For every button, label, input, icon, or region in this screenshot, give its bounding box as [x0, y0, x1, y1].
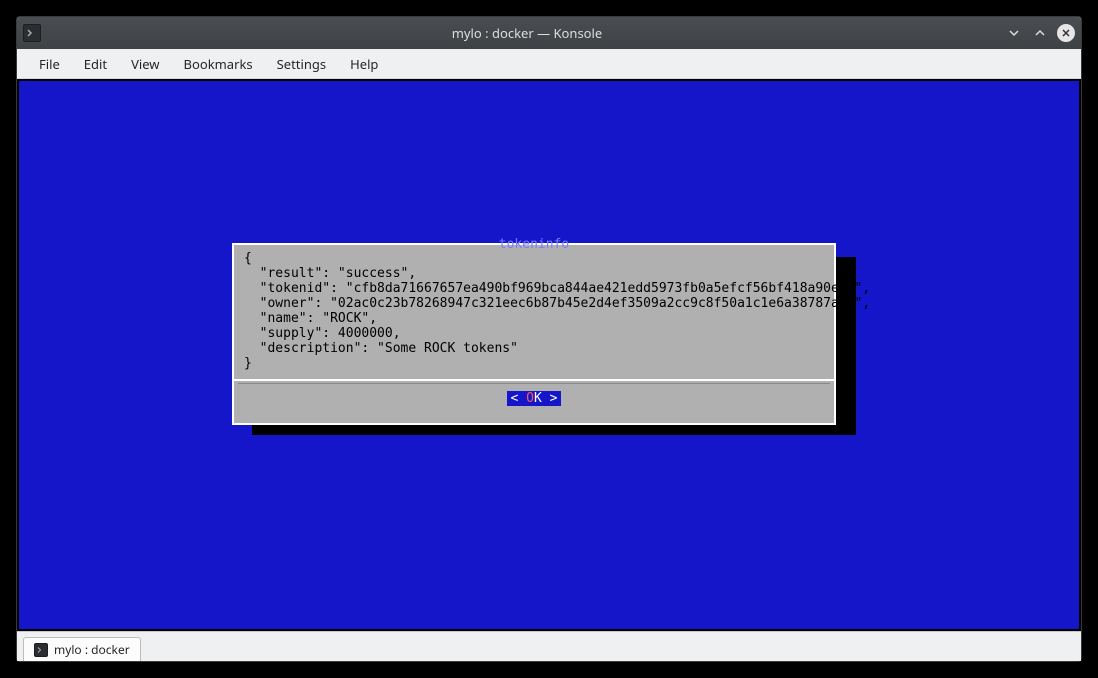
menu-edit[interactable]: Edit — [72, 51, 119, 77]
menu-file[interactable]: File — [27, 51, 72, 77]
terminal-viewport[interactable]: tokeninfo { "result": "success", "tokeni… — [17, 79, 1081, 631]
dialog-line: "name": "ROCK", — [244, 311, 377, 326]
terminal-app-icon — [23, 24, 41, 42]
minimize-button[interactable] — [1005, 24, 1023, 42]
dialog-line: "tokenid": "cfb8da71667657ea490bf969bca8… — [244, 281, 870, 296]
tokeninfo-dialog: tokeninfo { "result": "success", "tokeni… — [232, 243, 836, 425]
menu-help[interactable]: Help — [338, 51, 390, 77]
menubar: File Edit View Bookmarks Settings Help — [17, 49, 1081, 79]
tab-label: mylo : docker — [54, 641, 130, 658]
dialog-line: "supply": 4000000, — [244, 326, 401, 341]
ok-bracket-right: > — [542, 391, 558, 406]
ok-bracket-left: < — [511, 391, 527, 406]
dialog-line: "description": "Some ROCK tokens" — [244, 341, 518, 356]
ok-button[interactable]: < OK > — [507, 391, 562, 406]
titlebar[interactable]: mylo : docker — Konsole — [17, 17, 1081, 49]
dialog-line: } — [244, 356, 252, 371]
dialog-content: { "result": "success", "tokenid": "cfb8d… — [234, 245, 834, 381]
close-button[interactable] — [1057, 24, 1075, 42]
menu-bookmarks[interactable]: Bookmarks — [172, 51, 265, 77]
dialog-line: "owner": "02ac0c23b78268947c321eec6b87b4… — [244, 296, 870, 311]
maximize-button[interactable] — [1031, 24, 1049, 42]
menu-view[interactable]: View — [119, 51, 171, 77]
ok-hotkey: O — [526, 391, 534, 406]
konsole-window: mylo : docker — Konsole File Edit View B… — [16, 16, 1082, 662]
dialog-title: tokeninfo — [234, 237, 834, 252]
window-controls — [1005, 24, 1075, 42]
ok-rest: K — [534, 391, 542, 406]
dialog-line: "result": "success", — [244, 266, 416, 281]
menu-settings[interactable]: Settings — [265, 51, 338, 77]
window-title: mylo : docker — Konsole — [49, 24, 1005, 42]
terminal-tab-icon — [34, 643, 48, 657]
dialog-line: { — [244, 251, 252, 266]
dialog-button-row: < OK > — [238, 383, 830, 413]
tab-bar: mylo : docker — [17, 631, 1081, 661]
terminal-screen: tokeninfo { "result": "success", "tokeni… — [19, 81, 1079, 629]
tab-mylo-docker[interactable]: mylo : docker — [23, 637, 141, 661]
